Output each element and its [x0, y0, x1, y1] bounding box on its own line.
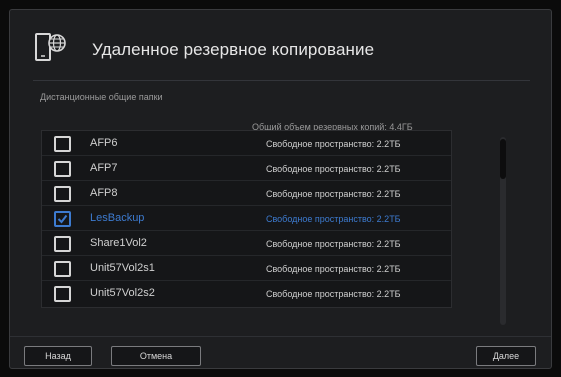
- share-name: AFP8: [90, 187, 118, 199]
- share-free-space: Свободное пространство: 2.2ТБ: [266, 164, 401, 174]
- share-free-space: Свободное пространство: 2.2ТБ: [266, 189, 401, 199]
- remote-backup-dialog: Удаленное резервное копирование Дистанци…: [9, 9, 552, 369]
- share-checkbox[interactable]: [54, 211, 71, 227]
- checkmark-icon: [57, 214, 68, 224]
- share-row[interactable]: Share1Vol2 Свободное пространство: 2.2ТБ: [42, 231, 451, 256]
- share-free-space: Свободное пространство: 2.2ТБ: [266, 239, 401, 249]
- share-row[interactable]: Unit57Vol2s2 Свободное пространство: 2.2…: [42, 281, 451, 306]
- share-name: Unit57Vol2s2: [90, 287, 155, 299]
- cancel-button[interactable]: Отмена: [111, 346, 201, 366]
- share-checkbox[interactable]: [54, 186, 71, 202]
- share-name: LesBackup: [90, 212, 145, 224]
- share-row[interactable]: AFP7 Свободное пространство: 2.2ТБ: [42, 156, 451, 181]
- footer-divider: [10, 336, 551, 337]
- header-divider: [33, 80, 530, 81]
- share-free-space: Свободное пространство: 2.2ТБ: [266, 264, 401, 274]
- share-free-space: Свободное пространство: 2.2ТБ: [266, 139, 401, 149]
- share-free-space: Свободное пространство: 2.2ТБ: [266, 214, 401, 224]
- share-checkbox[interactable]: [54, 261, 71, 277]
- share-checkbox[interactable]: [54, 136, 71, 152]
- share-free-space: Свободное пространство: 2.2ТБ: [266, 289, 401, 299]
- share-list: AFP6 Свободное пространство: 2.2ТБ AFP7 …: [41, 130, 452, 308]
- share-row[interactable]: AFP8 Свободное пространство: 2.2ТБ: [42, 181, 451, 206]
- share-checkbox[interactable]: [54, 161, 71, 177]
- share-name: Unit57Vol2s1: [90, 262, 155, 274]
- share-name: Share1Vol2: [90, 237, 147, 249]
- share-name: AFP6: [90, 137, 118, 149]
- share-row[interactable]: Unit57Vol2s1 Свободное пространство: 2.2…: [42, 256, 451, 281]
- share-checkbox[interactable]: [54, 286, 71, 302]
- share-row[interactable]: LesBackup Свободное пространство: 2.2ТБ: [42, 206, 451, 231]
- dialog-title: Удаленное резервное копирование: [92, 40, 375, 59]
- list-scrollbar[interactable]: [500, 137, 506, 325]
- scrollbar-thumb[interactable]: [500, 139, 506, 179]
- next-button[interactable]: Далее: [476, 346, 536, 366]
- device-globe-icon: [34, 30, 70, 70]
- share-row[interactable]: AFP6 Свободное пространство: 2.2ТБ: [42, 131, 451, 156]
- section-label: Дистанционные общие папки: [40, 92, 163, 102]
- share-name: AFP7: [90, 162, 118, 174]
- share-checkbox[interactable]: [54, 236, 71, 252]
- back-button[interactable]: Назад: [24, 346, 92, 366]
